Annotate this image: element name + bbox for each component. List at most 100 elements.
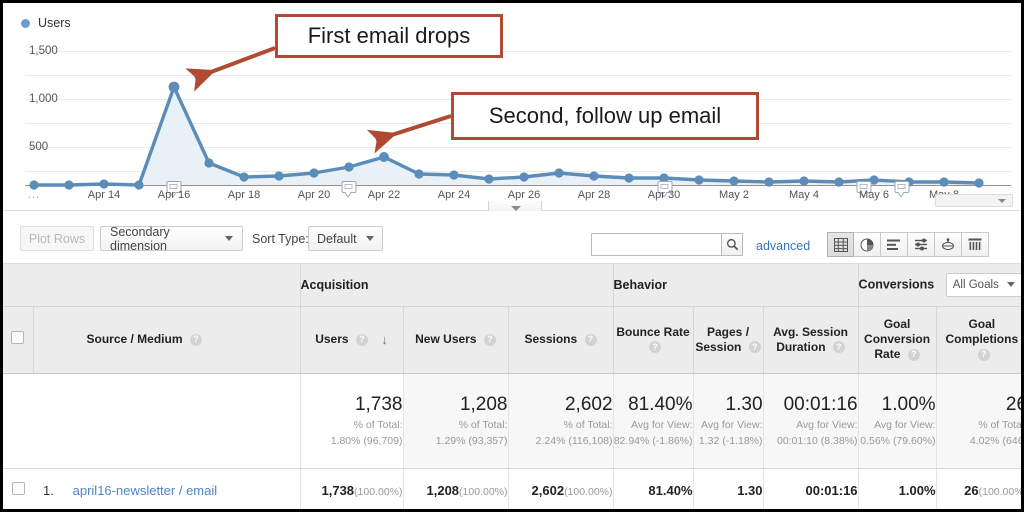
callout-second-email: Second, follow up email: [451, 92, 759, 140]
table-view-icon[interactable]: [827, 232, 854, 257]
summary-bounce-rate-sub1: Avg for View:: [631, 418, 693, 431]
column-header-avg-session-duration[interactable]: Avg. Session Duration ?: [763, 306, 859, 374]
column-header-bounce-rate[interactable]: Bounce Rate ?: [613, 306, 694, 374]
summary-avg-duration-value: 00:01:16: [783, 393, 858, 415]
advanced-link[interactable]: advanced: [756, 239, 810, 253]
column-header-sessions-label: Sessions: [524, 332, 578, 346]
plot-rows-button[interactable]: Plot Rows: [20, 226, 94, 251]
summary-sessions-sub2: 2.24% (116,108): [535, 434, 613, 447]
row-checkbox[interactable]: [11, 482, 25, 496]
group-header-conversions: Conversions All Goals: [858, 264, 1021, 307]
column-header-goal-completions[interactable]: Goal Completions ?: [936, 306, 1021, 374]
table-row[interactable]: 1. april16-newsletter / email 1,738(100.…: [3, 468, 1021, 509]
row-sessions-pct: (100.00%): [564, 485, 613, 498]
column-header-goal-completions-label: Goal Completions: [945, 317, 1019, 346]
row-new-users-cell: 1,208(100.00%): [403, 468, 509, 509]
summary-avg-duration-sub1: Avg for View:: [796, 418, 858, 431]
help-icon[interactable]: ?: [483, 333, 496, 346]
table-summary-row: 1,738 % of Total: 1.80% (96,709) 1,208 %…: [3, 373, 1024, 469]
sort-descending-icon[interactable]: ↓: [381, 332, 388, 347]
all-goals-dropdown[interactable]: All Goals: [945, 272, 1021, 297]
row-source-medium-link[interactable]: april16-newsletter / email: [73, 483, 218, 498]
search-button[interactable]: [721, 233, 743, 256]
summary-goal-conv-rate-cell: 1.00% Avg for View: 0.56% (79.60%): [858, 373, 937, 469]
row-new-users-pct: (100.00%): [459, 485, 508, 498]
column-header-goal-conversion-rate-label: Goal Conversion Rate: [864, 317, 931, 361]
summary-new-users-sub1: % of Total:: [458, 418, 508, 431]
xtick-apr-14: Apr 14: [87, 189, 121, 201]
comparison-view-icon[interactable]: [908, 232, 935, 257]
summary-pages-session-sub1: Avg for View:: [701, 418, 763, 431]
summary-pages-session-sub2: 1.32 (-1.18%): [698, 434, 763, 447]
view-mode-toggle-group: [827, 232, 989, 257]
row-select-cell[interactable]: [3, 468, 33, 509]
xtick-apr-30: Apr 30: [647, 189, 681, 201]
group-header-acquisition: Acquisition: [300, 264, 614, 307]
help-icon[interactable]: ?: [748, 341, 761, 354]
search-icon: [726, 238, 738, 251]
pie-chart-view-icon[interactable]: [854, 232, 881, 257]
column-header-source-medium[interactable]: Source / Medium ?: [33, 306, 301, 374]
secondary-dimension-dropdown[interactable]: Secondary dimension: [100, 225, 243, 253]
summary-new-users-value: 1,208: [459, 393, 508, 415]
xtick-apr-18: Apr 18: [227, 189, 261, 201]
help-icon[interactable]: ?: [649, 341, 662, 354]
summary-goal-conv-rate-sub2: 0.56% (79.60%): [860, 434, 936, 447]
callout-first-email: First email drops: [275, 14, 503, 58]
row-sessions-cell: 2,602(100.00%): [508, 468, 614, 509]
help-icon[interactable]: ?: [355, 333, 368, 346]
summary-pages-session-value: 1.30: [725, 393, 763, 415]
row-index: 1.: [43, 482, 54, 498]
summary-goal-completions-sub2: 4.02% (646): [969, 434, 1024, 447]
summary-users-cell: 1,738 % of Total: 1.80% (96,709): [300, 373, 404, 469]
summary-users-sub2: 1.80% (96,709): [330, 434, 403, 447]
row-source-medium-cell: 1. april16-newsletter / email: [33, 468, 301, 509]
xtick-apr-20: Apr 20: [297, 189, 331, 201]
summary-new-users-cell: 1,208 % of Total: 1.29% (93,357): [403, 373, 509, 469]
column-header-bounce-rate-label: Bounce Rate: [616, 324, 690, 339]
search-input[interactable]: [592, 234, 742, 255]
summary-bounce-rate-sub2: 82.94% (-1.86%): [613, 434, 693, 447]
sort-type-dropdown[interactable]: Default: [308, 226, 383, 251]
performance-view-icon[interactable]: [962, 232, 989, 257]
annotation-marker-apr21[interactable]: [341, 181, 357, 193]
column-header-users[interactable]: Users ? ↓: [300, 306, 404, 374]
callout-first-email-text: First email drops: [307, 23, 471, 48]
column-header-new-users-label: New Users: [415, 332, 477, 346]
column-header-sessions[interactable]: Sessions ?: [508, 306, 614, 374]
row-avg-duration-cell: 00:01:16: [763, 468, 859, 509]
summary-sessions-cell: 2,602 % of Total: 2.24% (116,108): [508, 373, 614, 469]
help-icon[interactable]: ?: [907, 348, 920, 361]
summary-goal-completions-cell: 26 % of Total: 4.02% (646): [936, 373, 1024, 469]
summary-goal-conv-rate-sub1: Avg for View:: [874, 418, 936, 431]
summary-sessions-sub1: % of Total:: [563, 418, 613, 431]
xtick-may-4: May 4: [789, 189, 819, 201]
chart-zoom-handle[interactable]: [935, 194, 1013, 207]
column-header-goal-conversion-rate[interactable]: Goal Conversion Rate ?: [858, 306, 937, 374]
column-header-pages-session[interactable]: Pages / Session ?: [693, 306, 764, 374]
select-all-cell[interactable]: [3, 306, 34, 374]
annotation-marker-may6[interactable]: [894, 181, 910, 193]
analytics-report-window: Users 1,500 1,000 500 ... Apr 14 Apr 16 …: [0, 0, 1024, 512]
summary-users-value: 1,738: [354, 393, 403, 415]
group-spacer-checkbox: [3, 264, 33, 307]
column-header-users-label: Users: [315, 331, 349, 346]
chevron-down-icon: [366, 236, 374, 241]
table-column-header-row: Source / Medium ? Users ? ↓ New Users ? …: [3, 306, 1021, 374]
select-all-checkbox[interactable]: [11, 331, 25, 344]
help-icon[interactable]: ?: [977, 348, 990, 361]
acquisition-table: Acquisition Behavior Conversions All Goa…: [3, 264, 1024, 509]
bar-chart-view-icon[interactable]: [881, 232, 908, 257]
help-icon[interactable]: ?: [584, 333, 597, 346]
help-icon[interactable]: ?: [832, 341, 845, 354]
summary-avg-duration-sub2: 00:01:10 (8.38%): [776, 434, 858, 447]
row-goal-conv-rate-cell: 1.00%: [858, 468, 937, 509]
help-icon[interactable]: ?: [189, 333, 202, 346]
summary-checkbox-cell: [3, 373, 33, 469]
callout-second-email-text: Second, follow up email: [488, 103, 722, 128]
pivot-view-icon[interactable]: [935, 232, 962, 257]
table-group-header-row: Acquisition Behavior Conversions All Goa…: [3, 264, 1021, 307]
summary-avg-duration-cell: 00:01:16 Avg for View: 00:01:10 (8.38%): [763, 373, 859, 469]
summary-goal-completions-value: 26: [1005, 393, 1021, 415]
column-header-new-users[interactable]: New Users ?: [403, 306, 509, 374]
